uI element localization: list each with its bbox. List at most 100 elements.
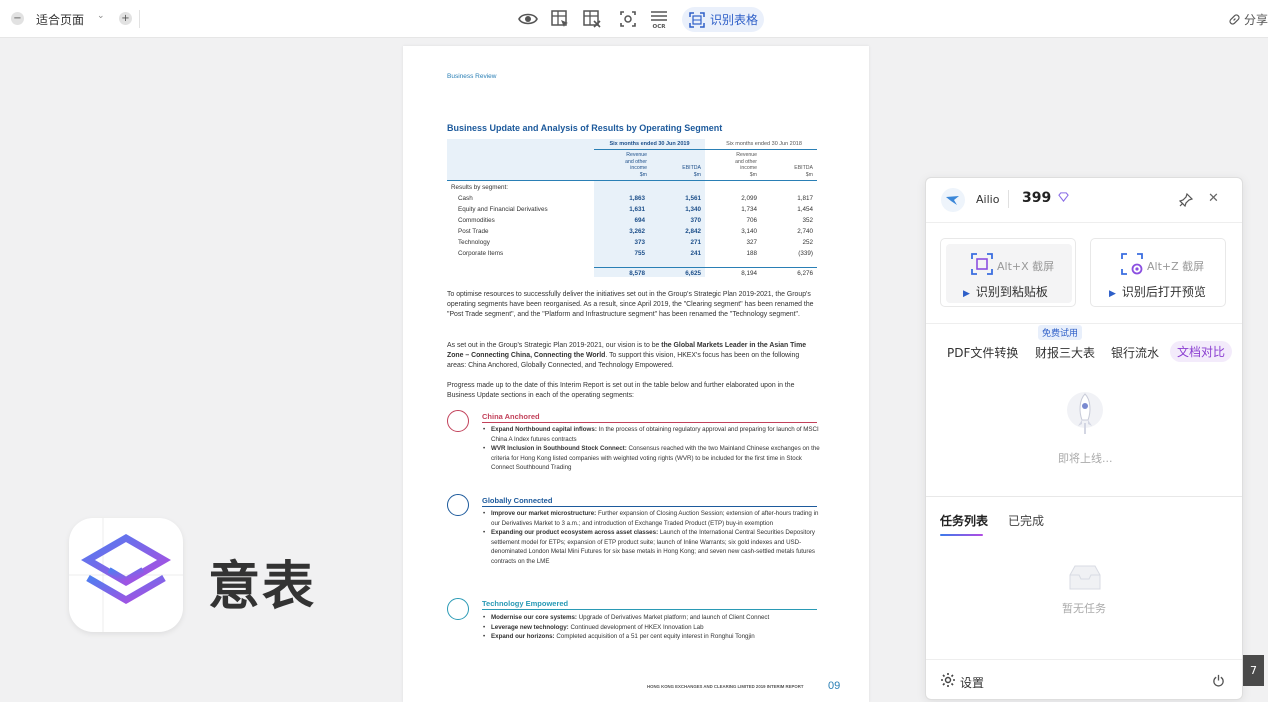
rocket-icon (1067, 392, 1103, 434)
table-row: Equity and Financial Derivatives 1,631 1,3… (447, 205, 817, 216)
share-button[interactable]: 分享 (1228, 11, 1268, 28)
eye-icon[interactable] (518, 9, 538, 29)
recognize-table-button[interactable]: 识别表格 (682, 7, 764, 32)
card-shortcut: Alt+Z 截屏 (1147, 260, 1205, 273)
card-action-label: 识别到粘贴板 (975, 285, 1048, 299)
segment-title: Globally Connected (482, 496, 553, 505)
table-cell: 1,631 (629, 206, 645, 213)
tab-pdf-convert[interactable]: PDF文件转换 (947, 344, 1018, 361)
table-cell: 352 (802, 217, 813, 224)
table-cell: 1,454 (797, 206, 813, 213)
bullet-bold: Expanding our product ecosystem across a… (491, 529, 659, 537)
page-heading: Business Update and Analysis of Results … (447, 123, 723, 133)
table-cell: 2,099 (741, 195, 757, 202)
assistant-panel: Ailio 399 ✕ Alt+X 截屏 ▶ 识别到粘贴板 Alt+Z 截屏 ▶ 识… (925, 177, 1243, 700)
segment-rule (482, 422, 817, 423)
col-header-line: EBITDA (682, 165, 701, 171)
table-shade-header (447, 139, 594, 180)
svg-text:OCR: OCR (653, 24, 667, 29)
active-tab-underline (940, 534, 983, 536)
table-cell: 2,740 (797, 228, 813, 235)
page-indicator[interactable]: 7 (1243, 655, 1264, 686)
table-cell: 327 (746, 239, 757, 246)
segment-bullets: Expand Northbound capital inflows: In th… (482, 425, 820, 473)
power-icon[interactable] (1212, 674, 1225, 687)
segment-rule (482, 506, 817, 507)
tab-bank-statement[interactable]: 银行流水 (1111, 344, 1159, 361)
card-shortcut: Alt+X 截屏 (997, 260, 1055, 273)
tab-doc-compare[interactable]: 文档对比 (1170, 341, 1233, 362)
row-label: Corporate Items (458, 250, 504, 257)
zoom-label[interactable]: 适合页面 (36, 11, 84, 28)
row-label: Commodities (458, 217, 495, 224)
technology-globe-icon (447, 598, 469, 620)
gear-icon[interactable] (940, 672, 956, 688)
zoom-out-button[interactable]: − (11, 12, 24, 25)
segment-bullets: Modernise our core systems: Upgrade of D… (482, 613, 820, 642)
table-select-icon[interactable] (550, 9, 570, 29)
paragraph: As set out in the Group's Strategic Plan… (447, 341, 819, 371)
table-cell: 241 (690, 250, 701, 257)
settings-button[interactable]: 设置 (960, 674, 984, 691)
segment-rule (482, 609, 817, 610)
table-cell: 1,561 (685, 195, 701, 202)
top-toolbar: − 适合页面 ⌄ + OCR 识别表格 分享 (0, 0, 1268, 38)
table-cell: 373 (634, 239, 645, 246)
table-row: Cash 1,863 1,561 2,099 1,817 (447, 194, 817, 205)
close-icon[interactable]: ✕ (1208, 191, 1219, 206)
link-icon (1229, 14, 1240, 25)
table-row: Commodities 694 370 706 352 (447, 216, 817, 227)
table-scan-icon (689, 11, 705, 28)
table-group-previous: Six months ended 30 Jun 2018 (726, 141, 802, 147)
table-row: Post Trade 3,262 2,842 3,140 2,740 (447, 227, 817, 238)
bullet-bold: Expand Northbound capital inflows: (491, 426, 597, 433)
play-icon: ▶ (963, 289, 970, 299)
table-cell: 1,734 (741, 206, 757, 213)
row-label: Equity and Financial Derivatives (458, 206, 548, 213)
ocr-icon[interactable]: OCR (649, 9, 669, 29)
capture-and-preview-card[interactable]: Alt+Z 截屏 ▶ 识别后打开预览 (1090, 238, 1226, 307)
chevron-down-icon[interactable]: ⌄ (97, 11, 105, 21)
table-cell: 188 (746, 250, 757, 257)
tab-task-list[interactable]: 任务列表 (940, 512, 988, 529)
bullet-text: Upgrade of Derivatives Market platform; … (576, 614, 770, 621)
bullet-item: Improve our market microstructure: Furth… (482, 509, 820, 528)
screenshot-icon[interactable] (618, 9, 638, 29)
col-header-line: and other (735, 158, 757, 165)
document-page: Business Review Business Update and Anal… (403, 46, 869, 702)
table-cell: 2,842 (685, 228, 701, 235)
zoom-in-button[interactable]: + (119, 12, 132, 25)
table-clear-icon[interactable] (582, 9, 602, 29)
col-header-line: Revenue (736, 152, 757, 158)
bullet-text: Continued development of HKEX Innovation… (568, 623, 704, 631)
empty-inbox-icon (1069, 565, 1101, 590)
app-logo-icon (69, 518, 183, 632)
table-group-current: Six months ended 30 Jun 2019 (609, 141, 690, 147)
row-label: Cash (458, 195, 473, 202)
col-header-line: EBITDA (794, 165, 813, 171)
globe-connect-icon (447, 494, 469, 516)
pin-icon[interactable] (1179, 193, 1193, 207)
tab-financial-statements[interactable]: 财报三大表 (1035, 344, 1095, 361)
bullet-item: Expand our horizons: Completed acquisiti… (482, 632, 820, 642)
bullet-item: Expand Northbound capital inflows: In th… (482, 425, 820, 444)
avatar[interactable] (941, 188, 965, 212)
credit-count: 399 (1022, 190, 1069, 206)
col-header-line: and other (625, 158, 647, 165)
section-label: Business Review (447, 73, 497, 80)
col-header-line: income (740, 165, 757, 172)
row-label: Post Trade (458, 228, 489, 235)
col-header-line: $m (639, 171, 647, 178)
table-rule (594, 267, 817, 268)
copy-capture-icon (971, 253, 993, 275)
app-logo (69, 518, 183, 632)
tab-completed[interactable]: 已完成 (1008, 512, 1044, 529)
col-header-line: Revenue (626, 152, 647, 158)
bullet-item: Modernise our core systems: Upgrade of D… (482, 613, 820, 623)
table-cell: 271 (690, 239, 701, 246)
card-action: ▶ 识别到粘贴板 (963, 283, 1048, 300)
total-cell: 6,276 (797, 270, 813, 277)
capture-to-clipboard-card[interactable]: Alt+X 截屏 ▶ 识别到粘贴板 (940, 238, 1076, 307)
bullet-item: WVR Inclusion in Southbound Stock Connec… (482, 444, 820, 473)
segment-title: China Anchored (482, 412, 540, 421)
